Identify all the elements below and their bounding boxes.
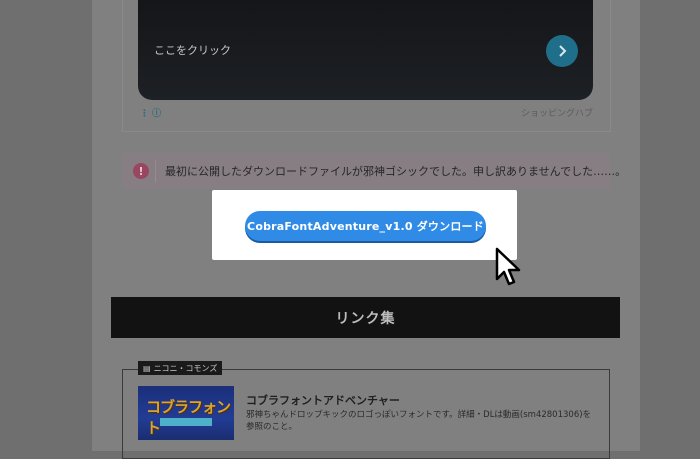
commons-tag: ▤ ニコニ・コモンズ bbox=[138, 361, 223, 375]
link-title[interactable]: コブラフォントアドベンチャー bbox=[246, 392, 400, 408]
link-thumbnail[interactable]: コブラフォント bbox=[138, 386, 234, 440]
notice-text: 最初に公開したダウンロードファイルが邪神ゴシックでした。申し訳ありませんでした…… bbox=[165, 165, 627, 178]
download-button[interactable]: CobraFontAdventure_v1.0 ダウンロード bbox=[245, 211, 486, 241]
chevron-right-icon[interactable] bbox=[546, 35, 578, 67]
ad-info-icon[interactable]: ⋮ ⓘ bbox=[140, 106, 161, 119]
alert-icon: ! bbox=[133, 163, 149, 179]
thumbnail-decoration bbox=[160, 418, 212, 426]
links-section-header: リンク集 bbox=[111, 297, 620, 338]
commons-tag-label: ニコニ・コモンズ bbox=[153, 363, 218, 373]
ad-brand: ショッピングハブ bbox=[520, 109, 593, 119]
notice-divider bbox=[155, 160, 156, 182]
mouse-cursor-icon bbox=[495, 247, 521, 286]
thumbnail-title: コブラフォント bbox=[146, 398, 231, 437]
link-description: 邪神ちゃんドロップキックのロゴっぽいフォントです。詳細・DLは動画(sm4280… bbox=[246, 410, 592, 432]
document-icon: ▤ bbox=[143, 363, 151, 373]
ad-cta-text[interactable]: ここをクリック bbox=[154, 42, 231, 58]
